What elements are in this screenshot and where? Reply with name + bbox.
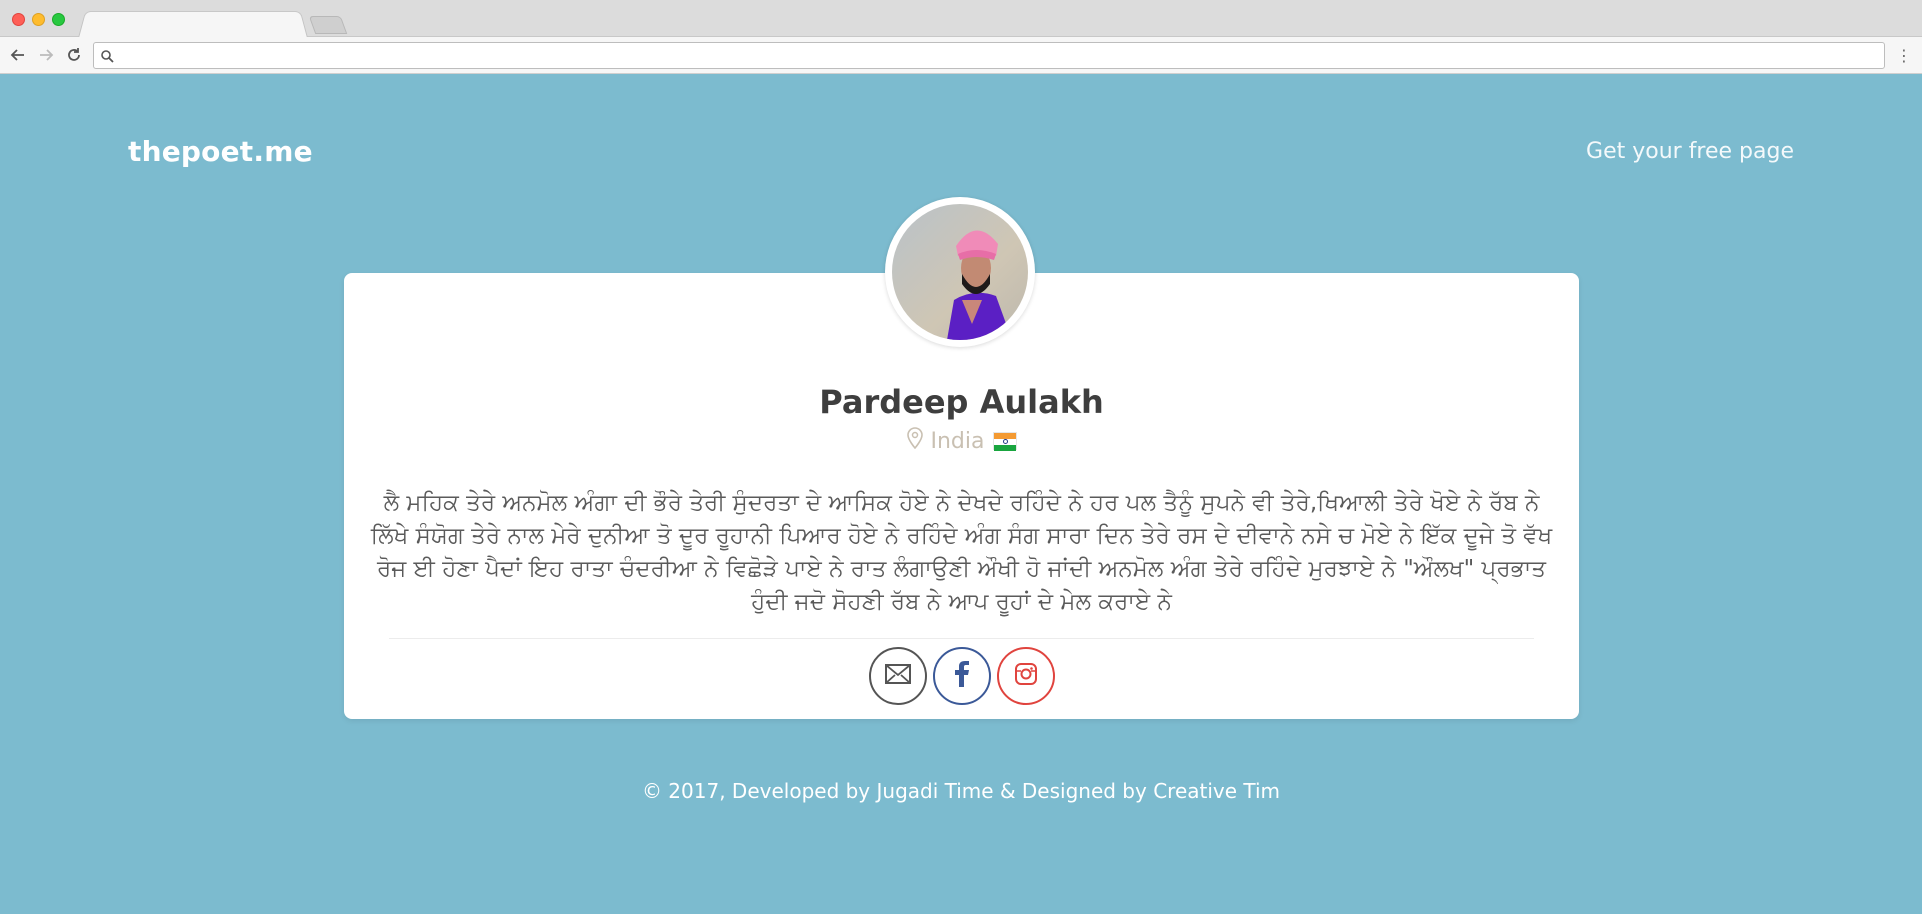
location-label: India bbox=[930, 428, 985, 454]
avatar bbox=[885, 197, 1035, 347]
browser-tab-strip bbox=[0, 0, 1922, 38]
back-arrow-icon[interactable] bbox=[8, 45, 28, 65]
social-links bbox=[344, 647, 1579, 705]
profile-name: Pardeep Aulakh bbox=[819, 383, 1104, 421]
divider bbox=[389, 638, 1534, 639]
browser-toolbar: ⋮ bbox=[0, 37, 1922, 74]
maximize-window-button[interactable] bbox=[52, 13, 65, 26]
forward-arrow-icon[interactable] bbox=[36, 45, 56, 65]
email-button[interactable] bbox=[868, 647, 927, 705]
india-flag-icon bbox=[992, 432, 1017, 451]
profile-location: India bbox=[344, 427, 1579, 455]
new-tab-button[interactable] bbox=[308, 16, 348, 34]
instagram-button[interactable] bbox=[996, 647, 1055, 705]
page: thepoet.me Get your free page Pardeep Au… bbox=[0, 75, 1922, 914]
profile-bio: ਲੈ ਮਹਿਕ ਤੇਰੇ ਅਨਮੋਲ ਅੰਗਾ ਦੀ ਭੌਰੇ ਤੇਰੀ ਸੁੰ… bbox=[370, 490, 1553, 615]
minimize-window-button[interactable] bbox=[32, 13, 45, 26]
facebook-button[interactable] bbox=[932, 647, 991, 705]
menu-dots-icon[interactable]: ⋮ bbox=[1896, 46, 1912, 66]
map-pin-icon bbox=[906, 427, 923, 455]
instagram-icon bbox=[1014, 662, 1038, 690]
email-icon bbox=[884, 664, 911, 688]
address-bar[interactable] bbox=[93, 42, 1885, 69]
close-window-button[interactable] bbox=[12, 13, 25, 26]
search-icon bbox=[100, 48, 114, 63]
reload-icon[interactable] bbox=[64, 45, 84, 65]
brand-link[interactable]: thepoet.me bbox=[128, 135, 313, 168]
get-free-page-link[interactable]: Get your free page bbox=[1586, 139, 1794, 164]
footer-text: © 2017, Developed by Jugadi Time & Desig… bbox=[641, 779, 1281, 803]
browser-tab[interactable] bbox=[78, 11, 308, 38]
profile-photo bbox=[892, 204, 1028, 340]
facebook-icon bbox=[954, 661, 970, 691]
